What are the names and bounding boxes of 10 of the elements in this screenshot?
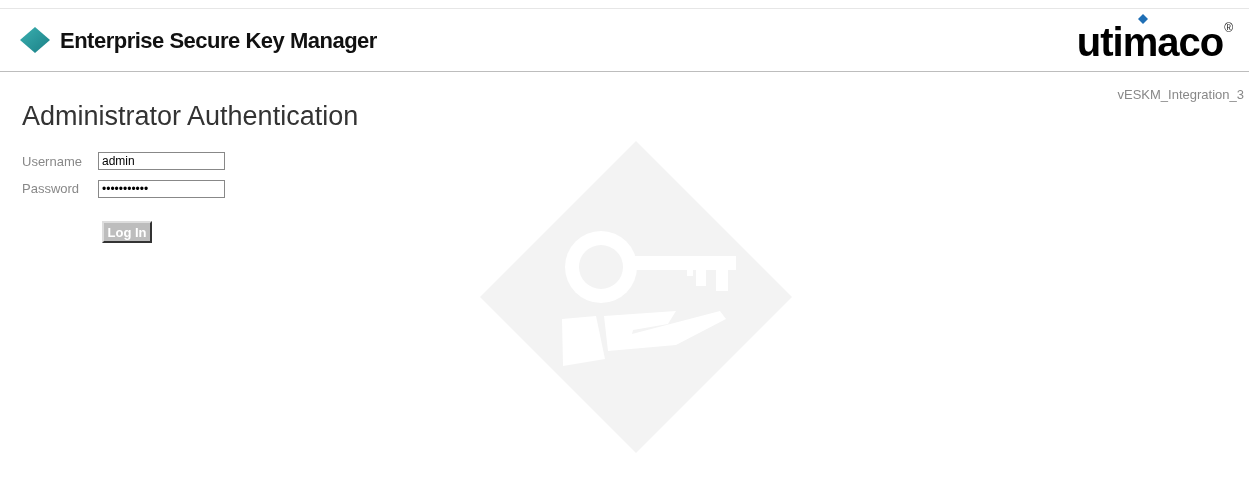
- page-title: Administrator Authentication: [22, 100, 359, 133]
- company-logo: utimaco®: [1076, 18, 1233, 62]
- field-label: Password: [22, 180, 81, 198]
- app-title: Enterprise Secure Key Manager: [60, 26, 377, 55]
- field-label: Username: [22, 152, 83, 171]
- instance-name: vESKM_Integration_3: [1117, 86, 1244, 104]
- diamond-icon: [1137, 14, 1148, 24]
- input-field[interactable]: admin: [98, 152, 225, 171]
- input-field[interactable]: •••••••••••: [98, 179, 225, 198]
- diamond-logo-icon: [20, 27, 50, 53]
